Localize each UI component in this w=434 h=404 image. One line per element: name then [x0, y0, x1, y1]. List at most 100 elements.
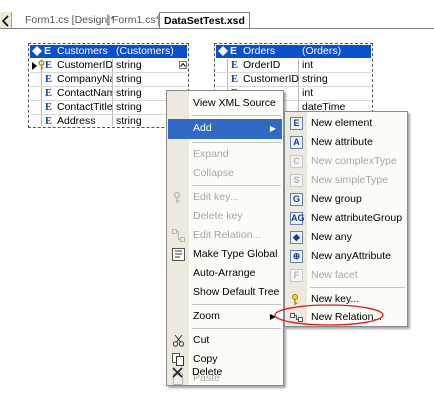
element-glyph: E [45, 60, 53, 71]
orders-type: (Orders) [302, 45, 342, 57]
element-icon: E [290, 117, 303, 130]
element-glyph: E [44, 45, 52, 57]
menu-item-label: New element [311, 117, 373, 129]
menu-item-delete-key[interactable]: Delete key [168, 207, 282, 226]
customers-header-row[interactable]: E Customers (Customers) [30, 45, 187, 58]
menu-item-edit-relation[interactable]: Edit Relation... [168, 226, 282, 245]
menu-item-label: New complexType [311, 155, 397, 167]
customers-row-type: string [116, 73, 142, 85]
complextype-icon: C [290, 155, 303, 168]
customers-row[interactable]: E ContactNam string [30, 87, 187, 100]
element-glyph: E [45, 102, 53, 113]
customers-row-name: ContactTitle [57, 101, 112, 113]
menu-separator [192, 328, 281, 329]
submenu-item-new-complextype[interactable]: C New complexType [286, 152, 406, 171]
context-menu: View XML Source Add ▶ Expand Collapse Ed… [166, 90, 284, 386]
orders-row-type: int [302, 87, 314, 99]
orders-row[interactable]: E CustomerID string [216, 73, 371, 86]
menu-item-label: Edit key... [193, 191, 239, 203]
diamond-icon [32, 46, 42, 56]
menu-item-make-type-global[interactable]: Make Type Global [168, 245, 282, 264]
menu-item-label: New any [311, 231, 352, 243]
key-icon [38, 60, 45, 70]
menu-separator [192, 304, 281, 305]
menu-item-label: Collapse [193, 167, 234, 179]
customers-name: Customers [57, 45, 108, 57]
menu-item-label: View XML Source [193, 97, 276, 109]
any-icon: ◆ [290, 231, 303, 244]
submenu-item-new-simpletype[interactable]: S New simpleType [286, 171, 406, 190]
menu-item-label: Cut [193, 334, 210, 346]
customers-row[interactable]: E ContactTitle string [30, 101, 187, 114]
menu-item-label: Expand [193, 148, 229, 160]
menu-item-label: Zoom [193, 310, 220, 322]
customers-row[interactable]: E Address string [30, 115, 187, 128]
scissors-icon [172, 334, 185, 347]
customers-element-box[interactable]: E Customers (Customers) E CustomerID str… [28, 43, 189, 128]
menu-item-label: Delete [192, 366, 223, 378]
scroll-up-icon[interactable] [179, 61, 187, 69]
orders-row[interactable]: E OrderID int [216, 59, 371, 72]
menu-item-view-xml-source[interactable]: View XML Source [168, 94, 282, 113]
customers-row-name: CompanyNa [57, 73, 112, 85]
menu-separator [192, 185, 281, 186]
orders-row-type: int [302, 59, 314, 71]
document-tab-strip: Form1.cs [Design]* Form1.cs* DataSetTest… [0, 0, 434, 29]
menu-item-auto-arrange[interactable]: Auto-Arrange [168, 264, 282, 283]
menu-item-label: New attributeGroup [311, 212, 403, 224]
tab-form1-code[interactable]: Form1.cs* [108, 12, 164, 28]
tab-datasettest-xsd[interactable]: DataSetTest.xsd [159, 12, 250, 29]
customers-row-type: string [116, 59, 142, 71]
customers-row-type: string [116, 101, 142, 113]
menu-item-label: Edit Relation... [193, 229, 262, 241]
menu-item-collapse[interactable]: Collapse [168, 164, 282, 183]
menu-item-label: New group [311, 193, 362, 205]
menu-separator [192, 115, 281, 116]
orders-name: Orders [243, 45, 276, 57]
customers-row-type: string [116, 87, 142, 99]
submenu-arrow-icon: ▶ [269, 124, 276, 133]
customers-row-name: CustomerID [57, 59, 112, 71]
customers-row-type: string [116, 115, 142, 127]
tab-strip-left-edge [0, 12, 12, 29]
element-glyph: E [230, 45, 238, 57]
tab-strip-baseline [0, 28, 434, 29]
delete-icon [172, 367, 183, 378]
key-icon [173, 191, 181, 203]
customers-row[interactable]: E CustomerID string [30, 59, 187, 72]
customers-type: (Customers) [116, 45, 174, 57]
orders-row-name: OrderID [243, 59, 281, 71]
menu-item-cut[interactable]: Cut [168, 331, 282, 350]
submenu-item-new-facet[interactable]: F New facet [286, 266, 406, 285]
menu-separator [192, 142, 281, 143]
menu-item-show-default-tree[interactable]: Show Default Tree [168, 283, 282, 302]
submenu-item-new-attribute[interactable]: A New attribute [286, 133, 406, 152]
relation-icon [172, 229, 185, 242]
row-pointer-icon [32, 62, 37, 70]
submenu-item-new-element[interactable]: E New element [286, 114, 406, 133]
customers-row[interactable]: E CompanyNa string [30, 73, 187, 86]
orders-header-row[interactable]: E Orders (Orders) [216, 45, 371, 58]
facet-icon: F [290, 269, 303, 282]
menu-item-label: Add [193, 122, 212, 134]
menu-item-zoom[interactable]: Zoom ▶ [168, 307, 282, 326]
menu-separator [310, 287, 405, 288]
attributegroup-icon: AG [290, 212, 305, 225]
menu-item-label: New anyAttribute [311, 250, 391, 262]
menu-item-edit-key[interactable]: Edit key... [168, 188, 282, 207]
menu-item-expand[interactable]: Expand [168, 145, 282, 164]
submenu-item-new-attributegroup[interactable]: AG New attributeGroup [286, 209, 406, 228]
menu-item-add[interactable]: Add ▶ [168, 119, 282, 139]
annotation-ellipse [274, 304, 384, 326]
submenu-item-new-any[interactable]: ◆ New any [286, 228, 406, 247]
menu-item-delete[interactable]: Delete [167, 363, 283, 382]
group-icon: G [290, 193, 303, 206]
diamond-icon [218, 46, 228, 56]
submenu-item-new-group[interactable]: G New group [286, 190, 406, 209]
menu-item-label: New facet [311, 269, 358, 281]
global-type-icon [172, 248, 185, 261]
scroll-left-icon[interactable] [1, 15, 11, 27]
tab-form1-design[interactable]: Form1.cs [Design]* [21, 12, 118, 28]
menu-item-label: Show Default Tree [193, 286, 280, 298]
submenu-item-new-anyattribute[interactable]: ⊕ New anyAttribute [286, 247, 406, 266]
